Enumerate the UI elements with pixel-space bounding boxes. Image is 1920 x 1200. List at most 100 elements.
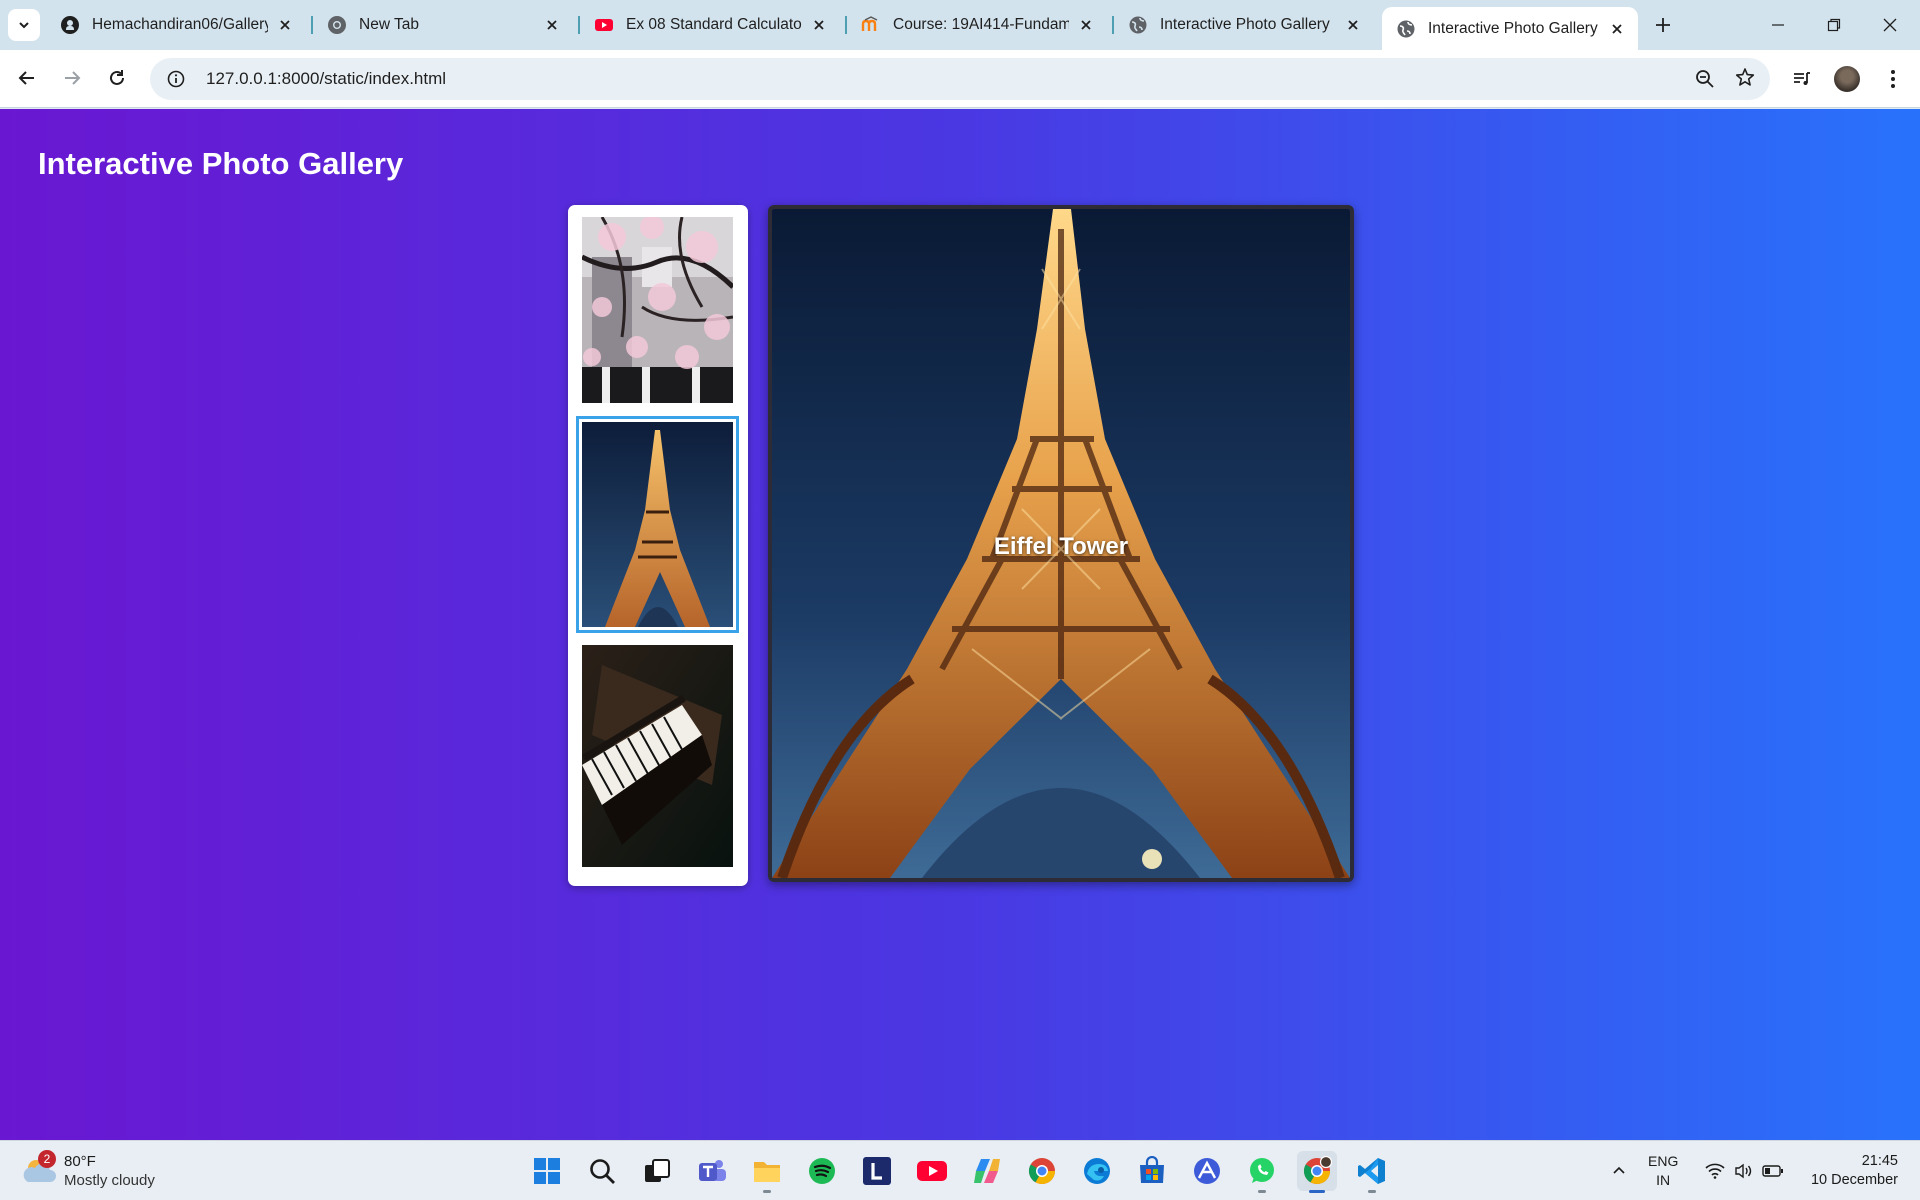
weather-desc: Mostly cloudy	[64, 1172, 155, 1189]
clock-time: 21:45	[1861, 1153, 1898, 1169]
spotify-app[interactable]	[802, 1151, 842, 1191]
wifi-icon	[1705, 1163, 1725, 1179]
system-clock[interactable]: 21:45 10 December	[1811, 1152, 1898, 1190]
arrow-left-icon	[18, 71, 34, 85]
file-explorer-icon	[754, 1162, 780, 1182]
close-tab-icon[interactable]	[1606, 18, 1628, 40]
thumbnail-piano[interactable]	[582, 645, 733, 867]
address-bar[interactable]: 127.0.0.1:8000/static/index.html	[150, 58, 1770, 100]
running-indicator	[1309, 1190, 1325, 1193]
vscode-app[interactable]	[1352, 1151, 1392, 1193]
tab-gallery-1[interactable]: Interactive Photo Gallery	[1114, 7, 1374, 43]
youtube-app[interactable]	[912, 1151, 952, 1191]
affinity-app[interactable]	[1187, 1151, 1227, 1191]
back-button[interactable]	[10, 61, 44, 95]
taskbar-search-button[interactable]	[582, 1151, 622, 1191]
task-view-icon	[645, 1159, 670, 1182]
url-text[interactable]: 127.0.0.1:8000/static/index.html	[206, 69, 446, 89]
tab-new-tab[interactable]: New Tab	[313, 7, 573, 43]
tab-gallery-active[interactable]: Interactive Photo Gallery	[1382, 7, 1638, 50]
queue-music-icon	[1794, 72, 1810, 85]
gallery-page: Interactive Photo Gallery Eiffel Tower	[0, 109, 1920, 1140]
chrome-icon	[1028, 1158, 1056, 1185]
tab-title: Course: 19AI414-Fundame	[893, 16, 1069, 33]
show-hidden-icons-button[interactable]	[1604, 1151, 1634, 1191]
bookmark-star-icon[interactable]	[1734, 65, 1756, 98]
tab-search-button[interactable]	[8, 9, 40, 41]
restore-button[interactable]	[1806, 0, 1862, 50]
volume-status[interactable]	[1731, 1151, 1757, 1191]
media-control-button[interactable]	[1785, 62, 1819, 96]
teams-app[interactable]	[692, 1151, 732, 1191]
chevron-down-icon	[19, 22, 29, 29]
tab-title: New Tab	[359, 16, 420, 33]
running-indicator	[1368, 1190, 1376, 1193]
windows-start-icon	[534, 1158, 560, 1184]
l-app-icon	[863, 1157, 891, 1185]
tab-strip: Hemachandiran06/Gallery New Tab Ex 08 St…	[0, 0, 1920, 50]
main-image-viewer[interactable]: Eiffel Tower	[768, 205, 1354, 882]
battery-icon	[1762, 1165, 1783, 1177]
copilot-icon	[974, 1159, 1000, 1183]
chevron-up-icon	[1613, 1166, 1625, 1174]
browser-menu-button[interactable]	[1876, 62, 1910, 96]
tab-title: Interactive Photo Gallery	[1428, 19, 1598, 37]
speaker-icon	[1735, 1163, 1752, 1179]
page-title: Interactive Photo Gallery	[38, 146, 404, 181]
clock-date: 10 December	[1810, 1172, 1898, 1188]
image-caption: Eiffel Tower	[993, 533, 1129, 560]
more-vertical-icon	[1891, 70, 1895, 88]
battery-status[interactable]	[1760, 1151, 1786, 1191]
tab-title: Interactive Photo Gallery	[1160, 16, 1330, 33]
close-window-button[interactable]	[1862, 0, 1918, 50]
new-tab-button[interactable]	[1648, 10, 1678, 40]
reload-icon	[110, 70, 124, 85]
chrome-app[interactable]	[1022, 1151, 1062, 1191]
weather-widget[interactable]: 2 80°F Mostly cloudy	[22, 1150, 222, 1192]
minimize-button[interactable]	[1750, 0, 1806, 50]
close-tab-icon[interactable]	[1075, 14, 1097, 36]
file-explorer-app[interactable]	[747, 1151, 787, 1193]
weather-badge: 2	[38, 1150, 56, 1168]
thumbnail-cherry-blossom[interactable]	[582, 217, 733, 403]
thumbnail-eiffel-tower[interactable]	[576, 416, 739, 633]
youtube-icon	[917, 1161, 947, 1181]
close-tab-icon[interactable]	[541, 14, 563, 36]
zoom-out-icon[interactable]	[1694, 65, 1716, 98]
l-app[interactable]	[857, 1151, 897, 1191]
copilot-app[interactable]	[967, 1151, 1007, 1191]
close-tab-icon[interactable]	[808, 14, 830, 36]
teams-icon	[699, 1160, 726, 1181]
network-status[interactable]	[1702, 1151, 1728, 1191]
moodle-icon	[861, 15, 881, 35]
close-tab-icon[interactable]	[1342, 14, 1364, 36]
close-tab-icon[interactable]	[274, 14, 296, 36]
task-view-button[interactable]	[637, 1151, 677, 1191]
browser-toolbar: 127.0.0.1:8000/static/index.html	[0, 50, 1920, 108]
chrome-icon	[327, 15, 347, 35]
github-icon	[60, 15, 80, 35]
whatsapp-app[interactable]	[1242, 1151, 1282, 1193]
vscode-icon	[1358, 1158, 1385, 1184]
tab-github[interactable]: Hemachandiran06/Gallery	[46, 7, 306, 43]
chrome-profile-icon	[1303, 1156, 1332, 1185]
tab-title: Ex 08 Standard Calculator |	[626, 16, 802, 33]
tab-course[interactable]: Course: 19AI414-Fundame	[847, 7, 1107, 43]
store-app[interactable]	[1132, 1151, 1172, 1191]
chrome-profile-app[interactable]	[1297, 1151, 1337, 1193]
search-icon	[590, 1159, 615, 1184]
piano-image	[582, 645, 733, 867]
language-indicator[interactable]: ENG IN	[1648, 1152, 1678, 1190]
globe-icon	[1396, 19, 1416, 39]
reload-button[interactable]	[100, 61, 134, 95]
restore-icon	[1827, 18, 1841, 32]
cherry-blossom-image	[582, 217, 733, 403]
profile-button[interactable]	[1830, 62, 1864, 96]
affinity-icon	[1194, 1158, 1220, 1184]
forward-button[interactable]	[55, 61, 89, 95]
tab-youtube[interactable]: Ex 08 Standard Calculator |	[580, 7, 840, 43]
start-button[interactable]	[527, 1151, 567, 1191]
edge-app[interactable]	[1077, 1151, 1117, 1191]
youtube-icon	[594, 15, 614, 35]
site-info-icon[interactable]	[162, 65, 190, 93]
